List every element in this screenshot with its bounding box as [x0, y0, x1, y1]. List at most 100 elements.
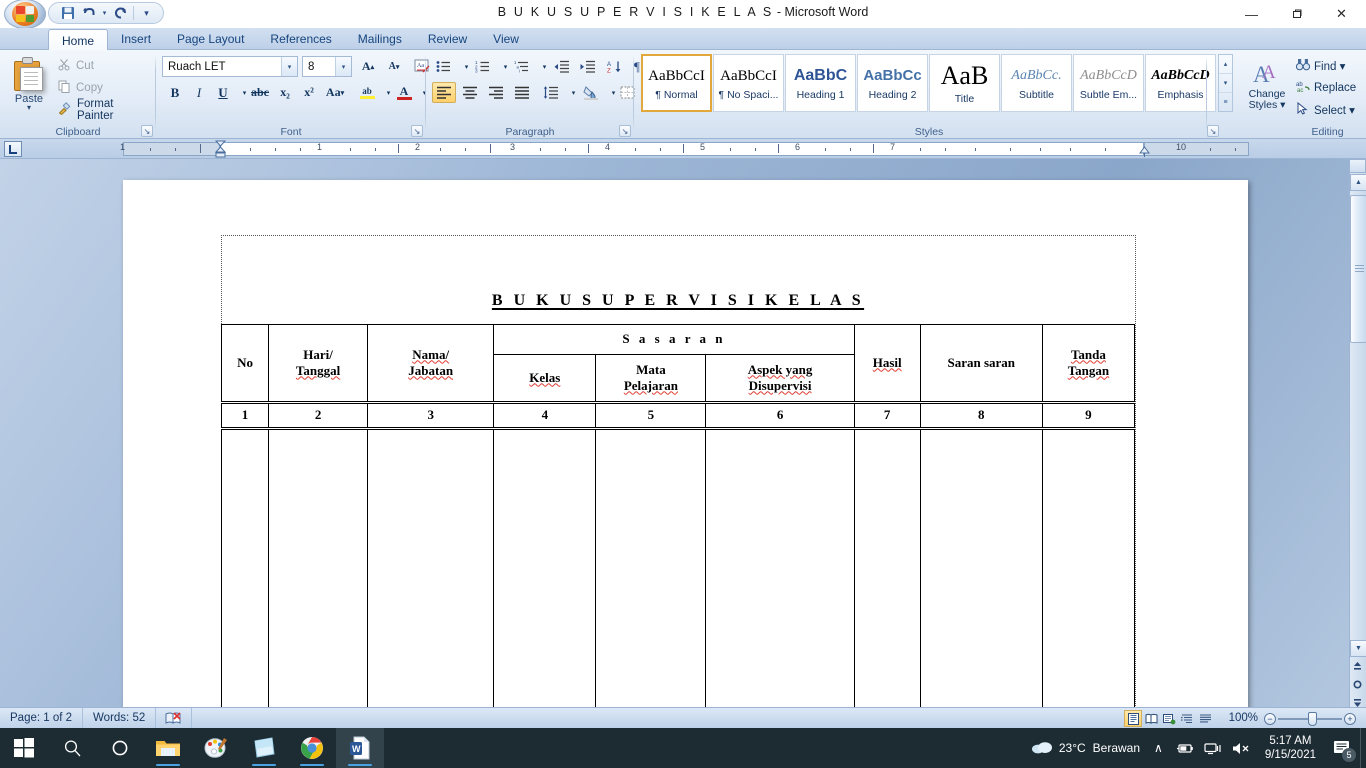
style-no-spacing[interactable]: AaBbCcI ¶ No Spaci...: [713, 54, 784, 112]
scroll-down-button[interactable]: ▼: [1350, 640, 1366, 657]
split-window-handle[interactable]: [1349, 159, 1366, 173]
superscript-button[interactable]: x²: [298, 82, 320, 103]
word-icon[interactable]: W: [336, 728, 384, 768]
styles-more-button[interactable]: ≡: [1219, 93, 1232, 111]
chrome-icon[interactable]: [288, 728, 336, 768]
find-button[interactable]: Find ▾: [1293, 55, 1365, 76]
shading-button[interactable]: [579, 82, 603, 103]
cell-empty[interactable]: [268, 426, 369, 711]
sticky-notes-icon[interactable]: [240, 728, 288, 768]
select-button[interactable]: Select ▾: [1293, 99, 1365, 120]
copy-button[interactable]: Copy: [54, 77, 107, 98]
multilevel-list-button[interactable]: 1ai: [510, 56, 534, 77]
highlight-color-button[interactable]: ab: [354, 82, 380, 103]
minimize-button[interactable]: —: [1229, 0, 1274, 28]
show-hidden-icons-button[interactable]: ∧: [1146, 728, 1171, 768]
tab-references[interactable]: References: [257, 28, 344, 50]
previous-page-button[interactable]: [1349, 658, 1366, 675]
style-subtitle[interactable]: AaBbCc. Subtitle: [1001, 54, 1072, 112]
tab-home[interactable]: Home: [48, 29, 109, 51]
proofing-status-icon[interactable]: [156, 707, 193, 729]
select-browse-object-button[interactable]: [1349, 676, 1366, 693]
tab-view[interactable]: View: [480, 28, 532, 50]
zoom-out-button[interactable]: −: [1264, 713, 1276, 725]
replace-button[interactable]: ab ac Replace: [1293, 77, 1365, 98]
cell-empty[interactable]: [853, 426, 921, 711]
styles-dialog-launcher[interactable]: ↘: [1207, 125, 1219, 137]
paste-dropdown-icon[interactable]: ▾: [27, 104, 31, 112]
paste-button[interactable]: Paste ▾: [8, 54, 50, 120]
cell-empty[interactable]: [919, 426, 1043, 711]
network-icon[interactable]: [1199, 728, 1226, 768]
table-empty-row[interactable]: [220, 426, 1136, 711]
tab-mailings[interactable]: Mailings: [345, 28, 415, 50]
scroll-thumb[interactable]: [1350, 195, 1366, 343]
weather-widget[interactable]: 23°C Berawan: [1025, 728, 1146, 768]
restore-button[interactable]: [1274, 0, 1319, 28]
word-count[interactable]: Words: 52: [83, 707, 157, 729]
scroll-up-button[interactable]: ▲: [1350, 174, 1366, 191]
cell-empty[interactable]: [367, 426, 495, 711]
view-full-screen-reading-button[interactable]: [1142, 710, 1160, 727]
first-line-indent-marker[interactable]: [214, 140, 227, 161]
zoom-level[interactable]: 100%: [1229, 708, 1258, 729]
font-size-dropdown-icon[interactable]: ▾: [335, 57, 351, 76]
styles-scroll-up-button[interactable]: ▴: [1219, 55, 1232, 74]
justify-button[interactable]: [510, 82, 534, 103]
clipboard-dialog-launcher[interactable]: ↘: [141, 125, 153, 137]
paint-icon[interactable]: [192, 728, 240, 768]
cell-empty[interactable]: [1041, 426, 1136, 711]
cut-button[interactable]: Cut: [54, 55, 98, 76]
font-color-button[interactable]: A: [392, 82, 416, 103]
zoom-in-button[interactable]: +: [1344, 713, 1356, 725]
sort-button[interactable]: AZ: [603, 56, 625, 77]
battery-icon[interactable]: [1171, 728, 1199, 768]
cortana-icon[interactable]: [96, 728, 144, 768]
grow-font-button[interactable]: A ▴: [356, 56, 380, 77]
view-outline-button[interactable]: [1178, 710, 1196, 727]
cell-empty[interactable]: [595, 426, 707, 711]
volume-muted-icon[interactable]: [1226, 728, 1257, 768]
underline-button[interactable]: U: [212, 82, 234, 103]
horizontal-ruler[interactable]: 1 1 2 3 4 5 6 7 10: [0, 139, 1366, 159]
style-subtle-emphasis[interactable]: AaBbCcD Subtle Em...: [1073, 54, 1144, 112]
paragraph-dialog-launcher[interactable]: ↘: [619, 125, 631, 137]
view-draft-button[interactable]: [1196, 710, 1214, 727]
font-dialog-launcher[interactable]: ↘: [411, 125, 423, 137]
styles-scroll-down-button[interactable]: ▾: [1219, 74, 1232, 93]
cell-empty[interactable]: [220, 426, 270, 711]
bullets-button[interactable]: [432, 56, 456, 77]
show-desktop-button[interactable]: [1360, 728, 1366, 768]
change-case-button[interactable]: Aa ▾: [322, 82, 348, 103]
search-icon[interactable]: [48, 728, 96, 768]
start-button[interactable]: [0, 728, 48, 768]
align-right-button[interactable]: [484, 82, 508, 103]
tab-review[interactable]: Review: [415, 28, 480, 50]
cell-empty[interactable]: [705, 426, 855, 711]
font-name-dropdown-icon[interactable]: ▾: [281, 57, 297, 76]
line-spacing-button[interactable]: [539, 82, 563, 103]
format-painter-button[interactable]: Format Painter: [54, 98, 156, 122]
style-title[interactable]: AaB Title: [929, 54, 1000, 112]
view-web-layout-button[interactable]: [1160, 710, 1178, 727]
decrease-indent-button[interactable]: [550, 56, 574, 77]
zoom-slider[interactable]: − +: [1264, 712, 1356, 726]
font-name-input[interactable]: Ruach LET ▾: [162, 56, 298, 77]
bold-button[interactable]: B: [164, 82, 186, 103]
close-button[interactable]: ✕: [1319, 0, 1364, 28]
strikethrough-button[interactable]: abc: [248, 82, 272, 103]
vertical-scrollbar[interactable]: ▲ ▼: [1349, 159, 1366, 711]
notifications-button[interactable]: 5: [1324, 728, 1360, 768]
increase-indent-button[interactable]: [576, 56, 600, 77]
font-size-input[interactable]: 8 ▾: [302, 56, 352, 77]
view-print-layout-button[interactable]: [1124, 710, 1142, 727]
shrink-font-button[interactable]: A ▾: [382, 56, 406, 77]
tab-insert[interactable]: Insert: [108, 28, 164, 50]
right-indent-marker[interactable]: [1139, 146, 1150, 161]
tab-page-layout[interactable]: Page Layout: [164, 28, 257, 50]
clock[interactable]: 5:17 AM 9/15/2021: [1257, 734, 1324, 762]
align-center-button[interactable]: [458, 82, 482, 103]
zoom-handle[interactable]: [1308, 712, 1317, 726]
change-styles-button[interactable]: AA Change Styles ▾: [1239, 54, 1295, 116]
style-heading-1[interactable]: AaBbC Heading 1: [785, 54, 856, 112]
